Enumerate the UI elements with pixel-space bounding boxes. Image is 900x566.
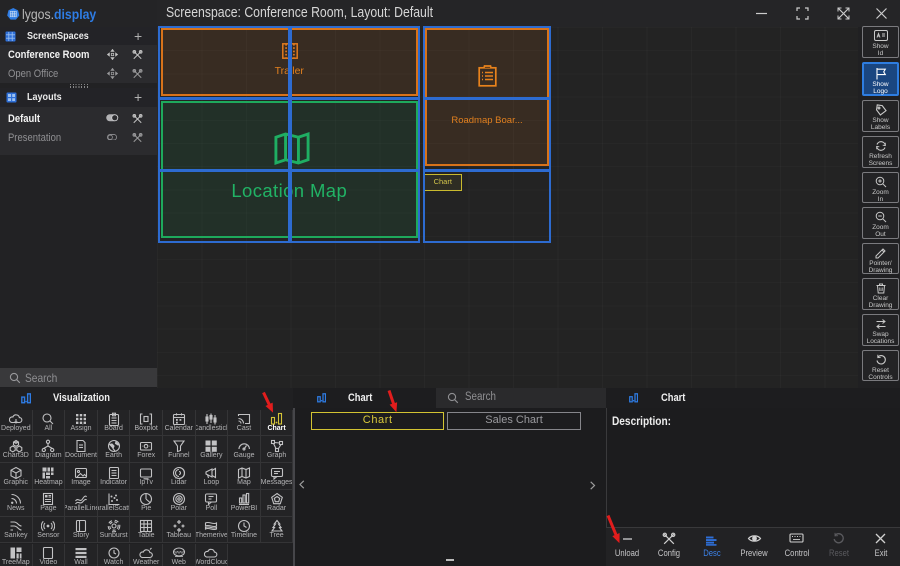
svg-text:www: www bbox=[174, 550, 184, 555]
